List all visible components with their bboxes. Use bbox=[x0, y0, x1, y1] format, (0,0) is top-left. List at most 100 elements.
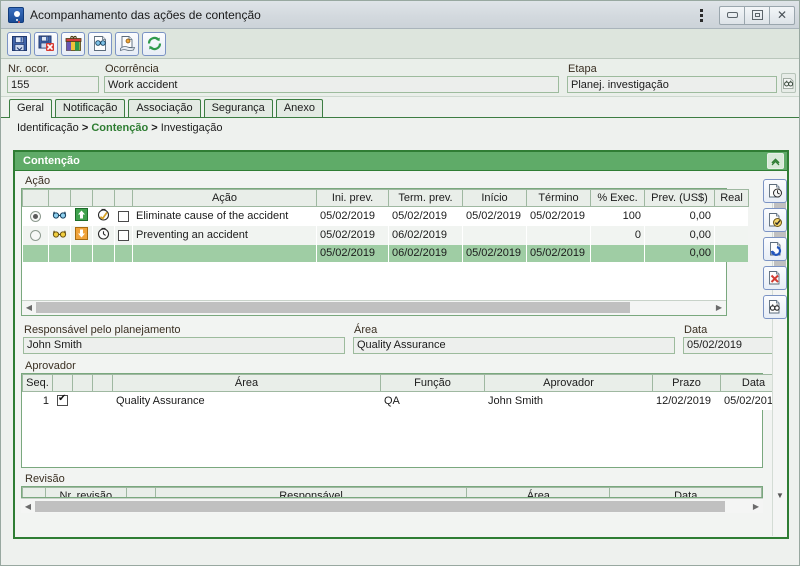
area-label: Área bbox=[354, 323, 378, 336]
breadcrumb-sep-1: > bbox=[81, 122, 89, 134]
gift-package-icon[interactable] bbox=[61, 31, 85, 56]
checkbox-checked-icon[interactable] bbox=[57, 393, 68, 407]
tab-anexo[interactable]: Anexo bbox=[275, 99, 324, 117]
acao-col-real[interactable]: Real bbox=[714, 189, 749, 207]
aprovador-col-aprovador[interactable]: Aprovador bbox=[484, 373, 653, 392]
panel-scroll-right-arrow-icon[interactable]: ▶ bbox=[749, 502, 763, 511]
glasses-blue-icon[interactable] bbox=[48, 206, 71, 226]
aprovador-col-icon2[interactable] bbox=[92, 373, 113, 392]
scroll-right-arrow-icon[interactable]: ▶ bbox=[712, 303, 726, 312]
panel-horizontal-scrollbar[interactable]: ◀ ▶ bbox=[21, 498, 763, 513]
row-radio-cell[interactable] bbox=[22, 225, 49, 245]
ocorrencia-input[interactable]: Work accident bbox=[104, 76, 559, 93]
acao-col-select[interactable] bbox=[22, 189, 49, 207]
close-button[interactable]: ✕ bbox=[769, 5, 795, 25]
acao-col-term-prev[interactable]: Term. prev. bbox=[388, 189, 463, 207]
area-input[interactable]: Quality Assurance bbox=[353, 336, 675, 354]
aprovador-col-icon1[interactable] bbox=[72, 373, 93, 392]
checkbox-icon[interactable] bbox=[118, 210, 129, 222]
table-row[interactable]: Eliminate cause of the accident 05/02/20… bbox=[22, 206, 749, 226]
aprovador-col-prazo[interactable]: Prazo bbox=[652, 373, 721, 392]
panel-scroll-thumb[interactable] bbox=[35, 500, 725, 512]
acao-col-prev-usd[interactable]: Prev. (US$) bbox=[644, 189, 715, 207]
acao-col-ini-prev[interactable]: Ini. prev. bbox=[316, 189, 389, 207]
table-row[interactable]: 1 Quality Assurance QA John Smith 12/02/… bbox=[22, 391, 787, 410]
table-summary-row[interactable]: 05/02/2019 06/02/2019 05/02/2019 05/02/2… bbox=[22, 244, 749, 262]
document-search-icon[interactable] bbox=[88, 31, 112, 56]
radio-unselected-icon[interactable] bbox=[29, 229, 41, 241]
acao-col-acao[interactable]: Ação bbox=[132, 189, 317, 207]
acao-col-status[interactable] bbox=[92, 189, 115, 207]
close-icon: ✕ bbox=[776, 8, 788, 22]
tab-geral[interactable]: Geral bbox=[9, 99, 52, 118]
panel-scroll-track[interactable] bbox=[35, 500, 749, 513]
clock-icon[interactable] bbox=[92, 225, 115, 245]
clock-check-icon[interactable] bbox=[92, 206, 115, 226]
acao-col-termino[interactable]: Término bbox=[526, 189, 591, 207]
revisao-col-data[interactable]: Data bbox=[609, 487, 762, 497]
glasses-gold-icon[interactable] bbox=[48, 225, 71, 245]
aprovador-group-label: Aprovador bbox=[25, 359, 76, 372]
revisao-col-nr-revisao[interactable]: Nr. revisão bbox=[44, 487, 127, 497]
arrow-down-orange-icon[interactable] bbox=[70, 225, 93, 245]
row-checkbox-cell[interactable] bbox=[114, 225, 133, 245]
responsavel-input[interactable]: John Smith bbox=[23, 336, 345, 354]
row-checkbox-cell[interactable] bbox=[114, 206, 133, 226]
acao-horizontal-scrollbar[interactable]: ◀ ▶ bbox=[22, 299, 726, 315]
acao-col-check[interactable] bbox=[114, 189, 133, 207]
table-row[interactable]: Preventing an accident 05/02/2019 06/02/… bbox=[22, 225, 749, 245]
acao-col-view[interactable] bbox=[48, 189, 71, 207]
binoculars-icon[interactable] bbox=[781, 73, 796, 93]
row-radio-cell[interactable] bbox=[22, 206, 49, 226]
minimize-button[interactable] bbox=[719, 5, 745, 25]
breadcrumb-identificacao[interactable]: Identificação bbox=[17, 122, 79, 134]
document-return-icon[interactable] bbox=[763, 237, 787, 261]
breadcrumb-contencao[interactable]: Contenção bbox=[91, 122, 148, 134]
kebab-menu-icon[interactable] bbox=[692, 4, 710, 26]
aprovador-checkbox-cell[interactable] bbox=[52, 391, 73, 410]
document-delete-icon[interactable] bbox=[763, 266, 787, 290]
main-toolbar bbox=[1, 29, 799, 59]
scroll-left-arrow-icon[interactable]: ◀ bbox=[22, 303, 36, 312]
document-check-icon[interactable] bbox=[763, 208, 787, 232]
revisao-col-blank[interactable] bbox=[22, 487, 46, 497]
data-input[interactable]: 05/02/2019 bbox=[683, 336, 779, 354]
save-delete-icon[interactable] bbox=[34, 31, 58, 56]
tab-associacao[interactable]: Associação bbox=[128, 99, 201, 117]
chevron-up-icon[interactable] bbox=[767, 153, 784, 169]
nr-ocor-input[interactable]: 155 bbox=[7, 76, 99, 93]
arrow-up-green-icon[interactable] bbox=[70, 206, 93, 226]
etapa-input[interactable]: Planej. investigação bbox=[567, 76, 777, 93]
acao-scroll-track[interactable] bbox=[36, 301, 712, 314]
aprovador-col-area[interactable]: Área bbox=[112, 373, 381, 392]
radio-selected-icon[interactable] bbox=[29, 210, 41, 222]
breadcrumb-investigacao[interactable]: Investigação bbox=[161, 122, 223, 134]
revisao-col-icon[interactable] bbox=[125, 487, 156, 497]
document-clock-icon[interactable] bbox=[763, 179, 787, 203]
refresh-icon[interactable] bbox=[142, 31, 166, 56]
acao-col-pct-exec[interactable]: % Exec. bbox=[590, 189, 645, 207]
tab-seguranca[interactable]: Segurança bbox=[203, 99, 273, 117]
document-user-icon[interactable] bbox=[115, 31, 139, 56]
tab-notificacao[interactable]: Notificação bbox=[54, 99, 126, 117]
acao-scroll-thumb[interactable] bbox=[36, 302, 630, 313]
maximize-button[interactable] bbox=[744, 5, 770, 25]
summary-term-prev: 06/02/2019 bbox=[388, 244, 463, 262]
panel-scroll-left-arrow-icon[interactable]: ◀ bbox=[21, 502, 35, 511]
cell-inicio bbox=[462, 225, 527, 245]
revisao-col-area[interactable]: Área bbox=[466, 487, 611, 497]
panel-vscroll-down-arrow-icon[interactable]: ▼ bbox=[776, 491, 784, 500]
cell-termino bbox=[526, 225, 591, 245]
checkbox-icon[interactable] bbox=[118, 229, 129, 241]
document-search-icon[interactable] bbox=[763, 295, 787, 319]
aprovador-col-check[interactable] bbox=[52, 373, 73, 392]
cell-pct-exec: 0 bbox=[590, 225, 645, 245]
responsavel-label: Responsável pelo planejamento bbox=[24, 323, 181, 336]
cell-ini-prev: 05/02/2019 bbox=[316, 206, 389, 226]
revisao-col-responsavel[interactable]: Responsável bbox=[154, 487, 468, 497]
acao-col-priority[interactable] bbox=[70, 189, 93, 207]
aprovador-col-funcao[interactable]: Função bbox=[380, 373, 485, 392]
acao-col-inicio[interactable]: Início bbox=[462, 189, 527, 207]
save-icon[interactable] bbox=[7, 31, 31, 56]
aprovador-col-seq[interactable]: Seq. bbox=[22, 373, 53, 392]
